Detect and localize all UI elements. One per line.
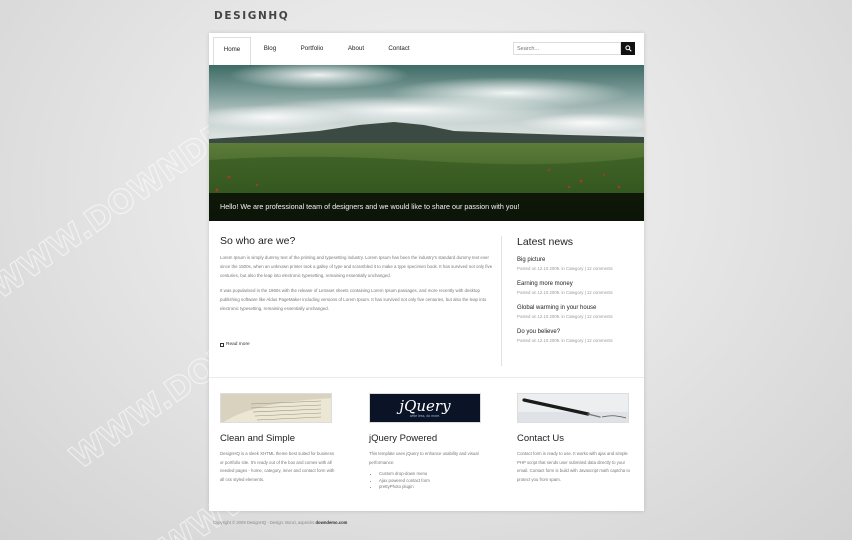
news-item: Big picture Posted on 12.10.2009. in Cat… <box>517 257 637 271</box>
news-item-meta: Posted on 12.10.2009. in Category | 12 c… <box>517 338 613 343</box>
latest-news: Latest news Big picture Posted on 12.10.… <box>517 236 637 353</box>
search-icon <box>624 45 632 52</box>
news-item-meta: Posted on 12.10.2009. in Category | 12 c… <box>517 290 613 295</box>
pen-image <box>517 393 629 423</box>
news-item: Do you believe? Posted on 12.10.2009. in… <box>517 329 637 343</box>
footer: Copyright © 2009 DesignHQ - Design: Bonz… <box>213 520 347 525</box>
feature-title: jQuery Powered <box>369 433 438 444</box>
nav-contact[interactable]: Contact <box>381 37 417 65</box>
feature-list: Custom drop-down menu Ajax powered conta… <box>379 471 484 491</box>
about-paragraph-1: Lorem Ipsum is simply dummy text of the … <box>220 255 493 278</box>
news-item: Earning more money Posted on 12.10.2009.… <box>517 281 637 295</box>
hero-caption: Hello! We are professional team of desig… <box>209 193 644 221</box>
jquery-tagline: write less, do more. <box>409 413 441 418</box>
feature-title: Contact Us <box>517 433 564 444</box>
nav-about[interactable]: About <box>339 37 373 65</box>
section-divider <box>209 377 644 378</box>
news-item-title[interactable]: Do you believe? <box>517 329 637 335</box>
about-paragraph-2: It was popularised in the 1960s with the… <box>220 288 487 311</box>
news-item: Global warming in your house Posted on 1… <box>517 305 637 319</box>
news-item-title[interactable]: Earning more money <box>517 281 637 287</box>
feature-clean-simple: Clean and Simple DesignHQ is a sleek XHT… <box>220 393 335 484</box>
arrow-icon <box>220 342 224 347</box>
jquery-logo: jQuery write less, do more. <box>369 393 481 423</box>
feature-text: Contact form is ready to use. It works w… <box>517 451 630 482</box>
column-divider <box>501 236 502 366</box>
list-item: prettyPhoto plugin <box>379 484 484 491</box>
book-image <box>220 393 332 423</box>
news-title: Latest news <box>517 236 574 248</box>
page-container: Home Blog Portfolio About Contact Search… <box>209 33 644 511</box>
footer-link[interactable]: downdemo.com <box>315 520 347 525</box>
read-more-link[interactable]: Read more <box>220 342 250 347</box>
about-title: So who are we? <box>220 235 296 247</box>
feature-contact: Contact Us Contact form is ready to use.… <box>517 393 632 484</box>
feature-text: DesignHQ is a sleek XHTML theme best sui… <box>220 451 335 482</box>
jquery-logo-text: jQuery <box>399 396 451 415</box>
feature-title: Clean and Simple <box>220 433 295 444</box>
search-button[interactable] <box>621 42 635 55</box>
search-input[interactable] <box>513 42 621 55</box>
news-item-title[interactable]: Global warming in your house <box>517 305 637 311</box>
feature-text: This template uses jQuery to enhance usa… <box>369 451 479 465</box>
hero-banner: Hello! We are professional team of desig… <box>209 65 644 221</box>
news-item-meta: Posted on 12.10.2009. in Category | 12 c… <box>517 314 613 319</box>
news-item-title[interactable]: Big picture <box>517 257 637 263</box>
copyright-text: Copyright © 2009 DesignHQ - Design: Bonz… <box>213 520 315 525</box>
nav-blog[interactable]: Blog <box>255 37 285 65</box>
news-item-meta: Posted on 12.10.2009. in Category | 12 c… <box>517 266 613 271</box>
nav-home[interactable]: Home <box>213 37 251 65</box>
about-section: So who are we? Lorem Ipsum is simply dum… <box>220 235 500 313</box>
main-nav: Home Blog Portfolio About Contact <box>209 33 644 65</box>
site-logo[interactable]: DESIGNHQ <box>214 10 289 22</box>
feature-jquery: jQuery write less, do more. jQuery Power… <box>369 393 484 491</box>
read-more-label: Read more <box>226 342 250 347</box>
nav-portfolio[interactable]: Portfolio <box>293 37 331 65</box>
